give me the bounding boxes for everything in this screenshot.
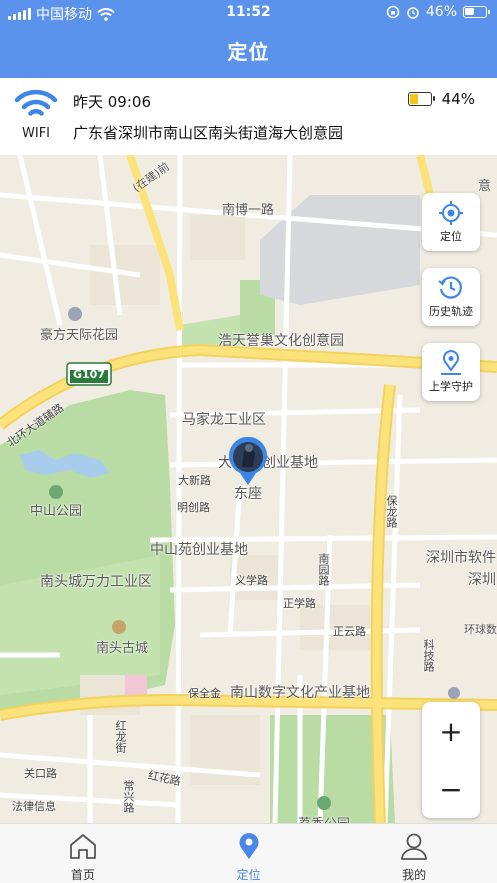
status-bar: 中国移动 11:52 46% <box>0 0 497 26</box>
map-marker-icon <box>441 350 461 375</box>
school-guard-label: 上学守护 <box>429 380 473 393</box>
map-label-yixue-road: 义学路 <box>235 574 268 587</box>
map-label-nanyuan-road: 南园路 <box>317 553 330 586</box>
tab-mine-label: 我的 <box>402 868 427 882</box>
user-icon <box>401 833 428 860</box>
tab-location-label: 定位 <box>236 868 261 882</box>
status-battery-icon <box>463 6 490 18</box>
locate-button[interactable]: 定位 <box>422 193 480 251</box>
map-label-shenzhen-software: 深圳市软件 <box>426 550 496 566</box>
zoom-control: + − <box>422 702 480 818</box>
device-battery: 44% <box>407 90 475 108</box>
device-info-card: WIFI 昨天 09:06 广东省深圳市南山区南头街道海大创意园 44% <box>0 78 497 155</box>
location-address: 广东省深圳市南山区南头街道海大创意园 <box>73 124 344 142</box>
map-label-mingchuang-road: 明创路 <box>177 501 210 514</box>
locate-button-label: 定位 <box>440 230 462 243</box>
map-label-falv: 法律信息 <box>12 800 56 813</box>
app-header: 中国移动 11:52 46% 定位 <box>0 0 497 78</box>
map-label-daxin-road: 大新路 <box>178 474 211 487</box>
map-label-nanbo-road: 南博一路 <box>222 203 275 218</box>
tab-home[interactable]: 首页 <box>0 824 166 883</box>
tab-mine[interactable]: 我的 <box>331 824 497 883</box>
battery-level <box>409 94 419 104</box>
history-track-label: 历史轨迹 <box>429 305 473 318</box>
map-label-baolong-road: 保龙路 <box>385 495 398 528</box>
map-label-huanqiu: 环球数 <box>464 623 497 636</box>
map-label-nantou-wanli: 南头城万力工业区 <box>40 574 152 590</box>
map-label-haotian: 浩天誉巢文化创意园 <box>218 333 344 349</box>
map-label-zhongshanyuan: 中山苑创业基地 <box>150 542 248 558</box>
tab-home-label: 首页 <box>70 868 95 882</box>
page-title: 定位 <box>227 40 270 64</box>
history-track-button[interactable]: 历史轨迹 <box>422 268 480 326</box>
map-label-nantou-old: 南头古城 <box>96 641 149 656</box>
tab-location[interactable]: 定位 <box>166 824 332 883</box>
device-location-pin[interactable] <box>228 437 268 487</box>
lock-rotation-icon <box>386 5 400 19</box>
map-label-baoquan: 保全金 <box>188 687 221 700</box>
map-label-zhengxue-road: 正学路 <box>283 597 316 610</box>
map-label-zhengyun-road: 正云路 <box>333 625 366 638</box>
status-battery-text: 46% <box>425 4 457 20</box>
alarm-icon <box>407 7 419 19</box>
location-pin-icon <box>239 833 258 859</box>
map-label-honglong-street: 红龙街 <box>114 720 127 753</box>
bottom-tab-bar: 首页 定位 我的 <box>0 823 497 883</box>
crosshair-icon <box>439 201 463 225</box>
map-label-nanshan-digital: 南山数字文化产业基地 <box>230 685 370 701</box>
map-label-zhongshan-park: 中山公园 <box>30 504 83 519</box>
map-label-majialong: 马家龙工业区 <box>182 412 266 428</box>
connection-label: WIFI <box>22 126 50 141</box>
battery-icon <box>407 92 435 106</box>
connection-block: WIFI <box>14 88 58 141</box>
map-label-haofang: 豪方天际花园 <box>40 328 119 343</box>
map-label-lixiang-park: 荔香公园 <box>298 813 350 823</box>
map-view[interactable]: (在建)前 南博一路 意 豪方天际花园 浩天誉巢文化创意园 G107 北环大道辅… <box>0 155 497 823</box>
map-label-changxing-road: 常兴路 <box>122 780 135 813</box>
status-right: 46% <box>386 4 490 20</box>
zoom-out-button[interactable]: − <box>422 760 480 818</box>
location-time: 昨天 09:06 <box>73 93 151 111</box>
home-icon <box>69 834 96 859</box>
map-label-yi: 意 <box>478 179 492 194</box>
map-label-chuangye: 创业基地 <box>262 455 318 471</box>
map-label-guankou-road: 关口路 <box>24 767 57 780</box>
school-guard-button[interactable]: 上学守护 <box>422 343 480 401</box>
map-label-g107: G107 <box>73 368 105 381</box>
battery-percent: 44% <box>441 90 475 108</box>
history-icon <box>438 276 462 299</box>
zoom-in-button[interactable]: + <box>422 702 480 760</box>
map-label-shen: 深圳 <box>468 572 496 588</box>
wifi-icon <box>14 89 58 116</box>
map-label-keji-road: 科技路 <box>422 639 435 672</box>
